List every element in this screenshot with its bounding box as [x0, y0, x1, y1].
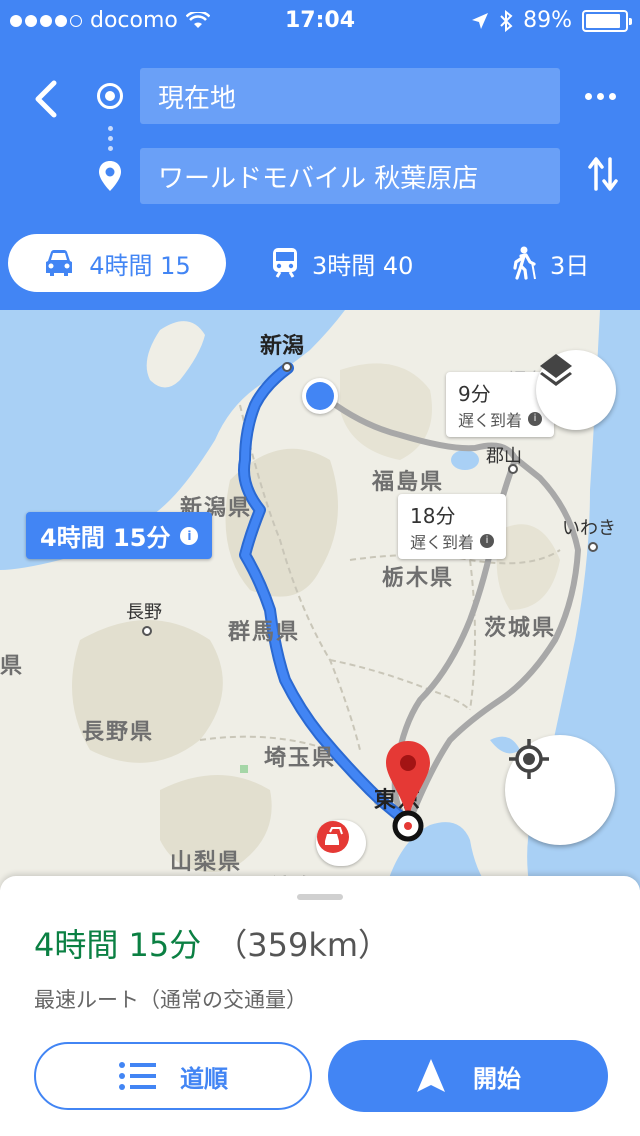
destination-pin-icon	[99, 161, 121, 191]
my-location-button[interactable]	[505, 735, 615, 845]
steps-label: 道順	[180, 1064, 228, 1093]
connector-dot	[108, 136, 113, 141]
traffic-incident-badge[interactable]	[316, 820, 366, 866]
route-summary: 4時間 15分 （359km）	[34, 920, 390, 966]
list-icon	[119, 1062, 156, 1090]
main-route-time: 4時間 15分	[40, 524, 171, 552]
traffic-incident-icon	[317, 821, 349, 853]
more-options-button[interactable]	[580, 84, 620, 108]
layers-icon	[540, 354, 572, 386]
alt-route-2-time: 18分	[410, 504, 456, 528]
city-marker-iwaki	[588, 542, 598, 552]
city-marker-niigata	[282, 362, 292, 372]
city-label-iwaki: いわき	[562, 518, 616, 539]
alt-route-2-desc: 遅く到着	[410, 533, 475, 552]
destination-field[interactable]: ワールドモバイル 秋葉原店	[140, 148, 560, 204]
city-marker-nagano	[142, 626, 152, 636]
connector-dot	[108, 126, 113, 131]
tab-walk[interactable]: 3日	[510, 234, 589, 292]
route-distance: （359km）	[215, 926, 391, 964]
current-location-marker	[302, 378, 338, 414]
tab-transit[interactable]: 3時間 40	[272, 234, 413, 292]
location-arrow-icon	[472, 12, 489, 29]
train-icon	[273, 248, 297, 278]
battery-percent: 89%	[523, 8, 572, 33]
route-description: 最速ルート（通常の交通量）	[34, 988, 307, 1012]
transit-time: 3時間 40	[312, 251, 414, 280]
tab-drive[interactable]: 4時間 15	[8, 234, 226, 292]
steps-button[interactable]: 道順	[34, 1042, 312, 1110]
info-icon: i	[180, 526, 199, 545]
connector-dot	[108, 146, 113, 151]
crosshair-icon	[509, 739, 549, 779]
swap-button[interactable]	[588, 155, 618, 197]
alt-route-callout-2[interactable]: 18分 遅く到着 i	[398, 494, 507, 559]
city-label-nagano: 長野	[126, 602, 162, 623]
bluetooth-icon	[500, 9, 513, 32]
region-label-saitama: 埼玉県	[264, 746, 337, 771]
navigation-arrow-icon	[417, 1059, 445, 1092]
start-navigation-button[interactable]: 開始	[328, 1040, 608, 1112]
region-label-gunma: 群馬県	[228, 620, 301, 645]
start-label: 開始	[473, 1064, 521, 1093]
route-summary-sheet[interactable]: 4時間 15分 （359km） 最速ルート（通常の交通量） 道順 開始	[0, 876, 640, 1136]
city-label-koriyama: 郡山	[486, 446, 522, 467]
region-label-ibaraki: 茨城県	[484, 616, 557, 641]
alt-route-1-time: 9分	[458, 382, 491, 406]
drive-time: 4時間 15	[89, 251, 191, 280]
battery-level	[586, 13, 620, 28]
more-icon	[584, 92, 592, 100]
car-icon	[46, 250, 73, 276]
layers-button[interactable]	[536, 350, 616, 430]
route-indicator	[95, 78, 125, 238]
walk-time: 3日	[550, 251, 590, 280]
info-icon: i	[480, 534, 495, 548]
walk-icon	[513, 246, 536, 280]
back-button[interactable]	[24, 74, 68, 124]
origin-icon	[97, 83, 123, 109]
directions-header: 現在地 ワールドモバイル 秋葉原店 4時間 15 3時間 40 3日	[0, 40, 640, 310]
region-label-fukushima: 福島県	[372, 470, 445, 495]
alt-route-1-desc: 遅く到着	[458, 411, 523, 430]
region-label-edge: 県	[0, 654, 25, 679]
swap-icon	[588, 157, 618, 191]
sheet-drag-handle[interactable]	[297, 894, 343, 900]
region-label-nagano: 長野県	[82, 720, 155, 745]
route-time: 4時間 15分	[34, 926, 202, 964]
city-label-niigata: 新潟	[260, 334, 305, 359]
region-label-tochigi: 栃木県	[382, 566, 455, 591]
status-bar: docomo 17:04 89%	[0, 0, 640, 40]
origin-field[interactable]: 現在地	[140, 68, 560, 124]
region-label-yamanashi: 山梨県	[170, 850, 243, 875]
travel-modes: 4時間 15 3時間 40 3日	[0, 234, 640, 294]
main-route-callout[interactable]: 4時間 15分 i	[26, 512, 213, 559]
status-right: 89%	[471, 8, 632, 33]
battery-icon	[582, 9, 632, 32]
destination-marker	[384, 740, 432, 852]
map-view[interactable]: 新潟 福島 郡山 いわき 長野 福島県 新潟県 栃木県 茨城県 群馬県 県 長野…	[0, 310, 640, 890]
back-icon	[35, 80, 57, 118]
info-icon: i	[528, 412, 543, 426]
